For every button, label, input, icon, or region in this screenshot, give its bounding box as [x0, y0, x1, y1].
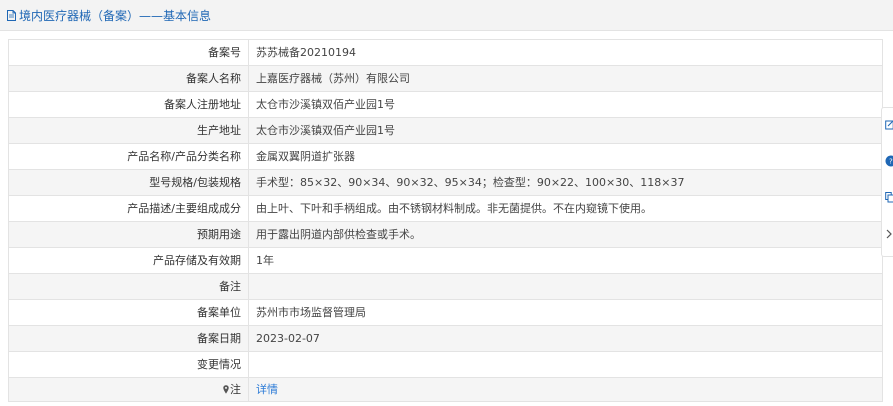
help-icon[interactable]: ?: [885, 155, 893, 167]
table-row: 备案日期 2023-02-07: [8, 325, 883, 352]
row-value: 苏苏械备20210194: [248, 39, 883, 66]
row-label: 备注: [8, 273, 249, 300]
edit-icon[interactable]: [885, 119, 893, 131]
page-header: 境内医疗器械（备案）——基本信息: [0, 0, 893, 31]
row-label: 预期用途: [8, 221, 249, 248]
row-label: 备案号: [8, 39, 249, 66]
table-row: 生产地址 太仓市沙溪镇双佰产业园1号: [8, 117, 883, 144]
location-pin-icon: [223, 384, 229, 394]
row-value: 金属双翼阴道扩张器: [248, 143, 883, 170]
details-link[interactable]: 详情: [256, 383, 278, 396]
table-row: 型号规格/包装规格 手术型：85×32、90×34、90×32、95×34；检查…: [8, 169, 883, 196]
note-value-cell: 详情: [248, 377, 883, 402]
row-value: 苏州市市场监督管理局: [248, 299, 883, 326]
table-row: 备案单位 苏州市市场监督管理局: [8, 299, 883, 326]
table-row: 产品名称/产品分类名称 金属双翼阴道扩张器: [8, 143, 883, 170]
table-row: 备案人名称 上嘉医疗器械（苏州）有限公司: [8, 65, 883, 92]
row-value: 手术型：85×32、90×34、90×32、95×34；检查型：90×22、10…: [248, 169, 883, 196]
row-value: 2023-02-07: [248, 325, 883, 352]
row-label: 生产地址: [8, 117, 249, 144]
document-icon: [7, 9, 16, 21]
table-row: 产品描述/主要组成成分 由上叶、下叶和手柄组成。由不锈钢材料制成。非无菌提供。不…: [8, 195, 883, 222]
note-label-cell: 注: [8, 377, 249, 402]
row-label: 产品名称/产品分类名称: [8, 143, 249, 170]
row-label: 备案人名称: [8, 65, 249, 92]
row-value: 太仓市沙溪镇双佰产业园1号: [248, 91, 883, 118]
table-row: 备注: [8, 273, 883, 300]
table-row: 产品存储及有效期 1年: [8, 247, 883, 274]
row-value: [248, 351, 883, 378]
row-label: 备案人注册地址: [8, 91, 249, 118]
row-label: 产品描述/主要组成成分: [8, 195, 249, 222]
row-label: 备案单位: [8, 299, 249, 326]
table-row: 预期用途 用于露出阴道内部供检查或手术。: [8, 221, 883, 248]
table-row: 备案号 苏苏械备20210194: [8, 39, 883, 66]
note-row: 注 详情: [8, 377, 883, 402]
row-value: 上嘉医疗器械（苏州）有限公司: [248, 65, 883, 92]
row-label: 产品存储及有效期: [8, 247, 249, 274]
row-value: [248, 273, 883, 300]
row-label: 变更情况: [8, 351, 249, 378]
row-value: 由上叶、下叶和手柄组成。由不锈钢材料制成。非无菌提供。不在内窥镜下使用。: [248, 195, 883, 222]
row-value: 用于露出阴道内部供检查或手术。: [248, 221, 883, 248]
row-value: 1年: [248, 247, 883, 274]
side-toolbar: ?: [881, 107, 893, 257]
note-label: 注: [230, 382, 241, 396]
row-label: 备案日期: [8, 325, 249, 352]
svg-text:?: ?: [889, 158, 893, 166]
row-label: 型号规格/包装规格: [8, 169, 249, 196]
table-row: 备案人注册地址 太仓市沙溪镇双佰产业园1号: [8, 91, 883, 118]
chevron-right-icon[interactable]: [885, 228, 893, 240]
info-table: 备案号 苏苏械备20210194 备案人名称 上嘉医疗器械（苏州）有限公司 备案…: [8, 39, 883, 402]
table-row: 变更情况: [8, 351, 883, 378]
page-title: 境内医疗器械（备案）——基本信息: [19, 8, 212, 23]
copy-icon[interactable]: [885, 191, 893, 203]
row-value: 太仓市沙溪镇双佰产业园1号: [248, 117, 883, 144]
